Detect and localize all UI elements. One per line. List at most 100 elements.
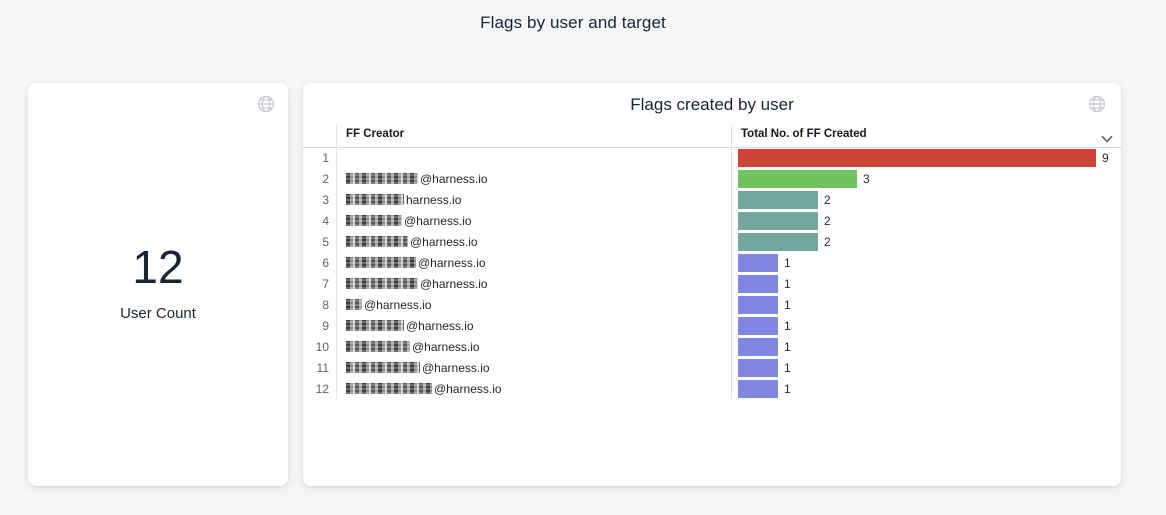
globe-icon[interactable] [1087, 94, 1107, 114]
redacted-username [346, 341, 410, 352]
bar[interactable] [738, 296, 778, 314]
ff-created-cell: 3 [731, 170, 1121, 188]
ff-created-cell: 2 [731, 233, 1121, 251]
ff-creator-cell: @harness.io [336, 340, 731, 354]
bar[interactable] [738, 380, 778, 398]
row-number: 1 [303, 151, 336, 165]
ff-created-cell: 1 [731, 359, 1121, 377]
row-number: 9 [303, 319, 336, 333]
globe-icon[interactable] [256, 94, 276, 114]
row-number: 4 [303, 214, 336, 228]
table-row: 12@harness.io 1 [303, 378, 1121, 399]
ff-created-cell: 1 [731, 275, 1121, 293]
bar-value-label: 3 [863, 172, 870, 186]
creator-email-suffix: @harness.io [422, 361, 490, 375]
ff-creator-cell: harness.io [336, 193, 731, 207]
ff-created-cell: 1 [731, 380, 1121, 398]
bar-value-label: 1 [784, 256, 791, 270]
bar-value-label: 1 [784, 277, 791, 291]
ff-creator-cell: @harness.io [336, 298, 731, 312]
creator-email-suffix: harness.io [406, 193, 461, 207]
column-header-total-ff-created[interactable]: Total No. of FF Created [741, 128, 867, 140]
ff-created-cell: 9 [731, 149, 1121, 167]
bar[interactable] [738, 338, 778, 356]
creator-email-suffix: @harness.io [410, 235, 478, 249]
table-row: 2 @harness.io 3 [303, 168, 1121, 189]
row-number: 8 [303, 298, 336, 312]
bar[interactable] [738, 191, 818, 209]
creator-email-suffix: @harness.io [364, 298, 432, 312]
bar-value-label: 2 [824, 193, 831, 207]
redacted-username [346, 362, 420, 373]
redacted-username [346, 236, 408, 247]
row-number: 5 [303, 235, 336, 249]
redacted-username [346, 173, 418, 184]
row-number: 7 [303, 277, 336, 291]
chevron-down-icon[interactable] [1101, 130, 1113, 140]
user-count-value: 12 [28, 241, 288, 293]
bar[interactable] [738, 233, 818, 251]
table-row: 11 @harness.io 1 [303, 357, 1121, 378]
table-row: 7 @harness.io 1 [303, 273, 1121, 294]
ff-created-cell: 1 [731, 296, 1121, 314]
bar[interactable] [738, 359, 778, 377]
ff-creator-cell: @harness.io [336, 172, 731, 186]
user-count-label: User Count [28, 305, 288, 322]
ff-creator-cell: @harness.io [336, 277, 731, 291]
dashboard-title: Flags by user and target [0, 13, 1146, 33]
row-number: 12 [303, 382, 336, 396]
flags-created-tile: Flags created by user FF Creator Total N… [303, 83, 1121, 486]
redacted-username [346, 320, 404, 331]
ff-created-cell: 2 [731, 191, 1121, 209]
redacted-username [346, 257, 416, 268]
bar[interactable] [738, 212, 818, 230]
redacted-username [346, 383, 432, 394]
bar[interactable] [738, 170, 857, 188]
ff-creator-cell: @harness.io [336, 319, 731, 333]
table-row: 8 @harness.io 1 [303, 294, 1121, 315]
row-number: 11 [303, 361, 336, 375]
row-number: 10 [303, 340, 336, 354]
redacted-username [346, 299, 362, 310]
bar[interactable] [738, 149, 1096, 167]
ff-created-cell: 1 [731, 317, 1121, 335]
creator-email-suffix: @harness.io [406, 319, 474, 333]
bar-value-label: 1 [784, 361, 791, 375]
ff-creator-cell: @harness.io [336, 214, 731, 228]
bar[interactable] [738, 317, 778, 335]
widget-title: Flags created by user [303, 95, 1121, 115]
redacted-username [346, 215, 402, 226]
ff-created-cell: 1 [731, 338, 1121, 356]
row-number: 6 [303, 256, 336, 270]
table-row: 19 [303, 147, 1121, 168]
bar-value-label: 1 [784, 340, 791, 354]
user-count-tile: 12 User Count [28, 83, 288, 486]
creator-email-suffix: @harness.io [418, 256, 486, 270]
bar[interactable] [738, 254, 778, 272]
bar-value-label: 1 [784, 319, 791, 333]
creator-email-suffix: @harness.io [420, 277, 488, 291]
table-row: 3 harness.io 2 [303, 189, 1121, 210]
table-row: 10 @harness.io 1 [303, 336, 1121, 357]
redacted-username [346, 194, 404, 205]
bar-value-label: 2 [824, 235, 831, 249]
table-row: 6 @harness.io 1 [303, 252, 1121, 273]
table-body: 192@harness.io33harness.io24@harness.io2… [303, 147, 1121, 399]
bar-value-label: 1 [784, 382, 791, 396]
row-number: 2 [303, 172, 336, 186]
bar-value-label: 9 [1102, 151, 1109, 165]
column-header-ff-creator[interactable]: FF Creator [346, 128, 404, 140]
table-row: 9 @harness.io 1 [303, 315, 1121, 336]
bar[interactable] [738, 275, 778, 293]
table-row: 4 @harness.io 2 [303, 210, 1121, 231]
bar-value-label: 2 [824, 214, 831, 228]
creator-email-suffix: @harness.io [412, 340, 480, 354]
ff-creator-cell: @harness.io [336, 382, 731, 396]
ff-creator-cell: @harness.io [336, 235, 731, 249]
row-number: 3 [303, 193, 336, 207]
creator-email-suffix: @harness.io [420, 172, 488, 186]
bar-value-label: 1 [784, 298, 791, 312]
ff-created-cell: 2 [731, 212, 1121, 230]
redacted-username [346, 278, 418, 289]
creator-email-suffix: @harness.io [404, 214, 472, 228]
